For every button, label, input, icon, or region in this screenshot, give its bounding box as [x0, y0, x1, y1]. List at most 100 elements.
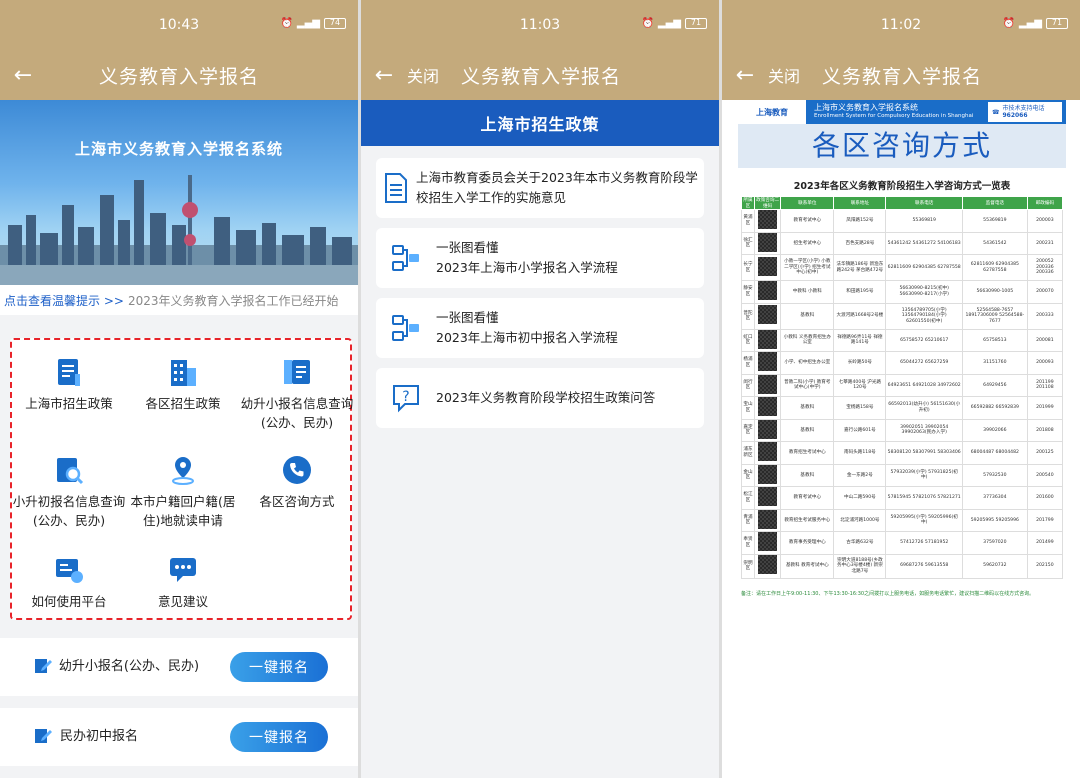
qr-code[interactable]: [753, 463, 782, 487]
close-button[interactable]: 关闭: [768, 63, 800, 87]
qr-code[interactable]: [753, 231, 782, 255]
grid-item-hukou-apply[interactable]: 本市户籍回户籍(居住)地就读申请: [126, 452, 240, 530]
grid-item-primary-query[interactable]: 幼升小报名信息查询(公办、民办): [240, 354, 354, 432]
grid-item-middle-query[interactable]: 小升初报名信息查询(公办、民办): [12, 452, 126, 530]
qr-code-icon[interactable]: [758, 509, 778, 529]
qr-code-icon[interactable]: [758, 281, 778, 300]
grid-item-district-contact[interactable]: 各区咨询方式: [240, 452, 354, 511]
grid-item-feedback[interactable]: 意见建议: [126, 552, 240, 611]
table-row: 普陀区 基教科 大渡河路1668号2号楼 13564789705(小学) 135647…: [741, 302, 1064, 330]
qr-code-icon[interactable]: [758, 532, 778, 551]
qr-code-icon[interactable]: [758, 329, 778, 349]
table-cell: 201799: [1026, 508, 1064, 532]
qr-code[interactable]: [753, 280, 782, 304]
grid-item-city-policy[interactable]: 上海市招生政策: [12, 354, 126, 413]
grid-item-label: 小升初报名信息查询(公办、民办): [12, 494, 126, 528]
card-text: 2023年义务教育阶段学校招生政策问答: [436, 390, 656, 405]
table-cell: 青浦区: [741, 508, 755, 532]
qr-code[interactable]: [753, 254, 782, 281]
table-cell: 58308120 58307991 58303406: [885, 441, 963, 465]
notice-text: 2023年义务教育入学报名工作已经开始: [127, 293, 339, 308]
table-cell: 37597020: [961, 531, 1028, 555]
table-cell: 小教科 义务教育招生办公室: [780, 328, 835, 352]
table-cell: 56630990-1005: [961, 280, 1028, 304]
qr-code[interactable]: [753, 553, 782, 579]
back-arrow-icon[interactable]: ←: [722, 63, 768, 88]
qr-code[interactable]: [753, 418, 782, 442]
table-cell: 杨浦区: [741, 351, 755, 375]
qr-code[interactable]: [753, 508, 782, 532]
table-cell: 201199 201108: [1026, 373, 1064, 397]
table-cell: 69687276 59613558: [885, 553, 963, 579]
table-cell: 201600: [1026, 486, 1064, 510]
card-text: 上海市教育委员会关于2023年本市义务教育阶段学校招生入学工作的实施意见: [416, 170, 698, 205]
table-cell: 201999: [1026, 396, 1064, 420]
table-cell: 大渡河路1668号2号楼: [833, 302, 887, 330]
table-cell: 教育招生考试服务中心: [780, 508, 835, 532]
qr-code[interactable]: [753, 486, 782, 510]
qr-code[interactable]: [753, 373, 782, 397]
card-text: 一张图看懂 2023年上海市小学报名入学流程: [436, 238, 618, 278]
qr-code-icon[interactable]: [758, 210, 778, 229]
grid-item-how-to-use[interactable]: 如何使用平台: [12, 552, 126, 611]
qr-code-icon[interactable]: [758, 464, 778, 484]
table-column-header: 联系电话: [885, 196, 963, 210]
qr-code-icon[interactable]: [758, 419, 778, 439]
table-cell: 祥德路96弄11号 祥德路141号: [833, 328, 887, 352]
close-button[interactable]: 关闭: [407, 63, 439, 87]
grid-item-district-policy[interactable]: 各区招生政策: [126, 354, 240, 413]
qr-code[interactable]: [753, 302, 782, 330]
qr-code-icon[interactable]: [758, 374, 778, 394]
qr-code[interactable]: [753, 351, 782, 375]
qr-code-icon[interactable]: [758, 397, 778, 416]
policy-card[interactable]: 一张图看懂 2023年上海市初中报名入学流程: [376, 298, 704, 358]
back-arrow-icon[interactable]: ←: [361, 63, 407, 88]
table-cell: 小学、初中招生办公室: [780, 351, 835, 375]
qr-code-icon[interactable]: [758, 256, 778, 276]
notice-bar: 点击查看温馨提示 >> 2023年义务教育入学报名工作已经开始: [0, 285, 358, 315]
battery-icon: 74: [324, 18, 346, 29]
qr-code[interactable]: [753, 396, 782, 420]
table-row: 黄浦区 教育考试中心 凤阳路152号 55369819 55369819 200003: [741, 209, 1064, 233]
table-row: 金山区 基教科 金一东路2号 57932039(小学) 57931825(初中) 579…: [741, 463, 1064, 487]
table-cell: 嘉行公路601号: [833, 418, 887, 442]
signup-button-primary[interactable]: 一键报名: [230, 652, 328, 682]
battery-icon: 71: [1046, 18, 1068, 29]
card-line2: 2023年上海市小学报名入学流程: [436, 260, 618, 275]
qr-code-icon[interactable]: [758, 442, 778, 461]
policy-card[interactable]: ? 2023年义务教育阶段学校招生政策问答: [376, 368, 704, 428]
edit-icon: [34, 656, 54, 678]
qr-code[interactable]: [753, 441, 782, 465]
banner-title: 上海市义务教育入学报名系统: [74, 140, 283, 158]
policy-card[interactable]: 上海市教育委员会关于2023年本市义务教育阶段学校招生入学工作的实施意见: [376, 158, 704, 218]
qr-code-icon[interactable]: [758, 232, 778, 252]
qr-code-icon[interactable]: [758, 487, 778, 506]
support-phone: ☎ 市技术支持电话 962066: [988, 102, 1062, 122]
table-row: 嘉定区 基教科 嘉行公路601号 39902051 39902054 39902063…: [741, 418, 1064, 442]
nav-bar: ← 关闭 义务教育入学报名: [722, 50, 1080, 100]
signup-button-middle[interactable]: 一键报名: [230, 722, 328, 752]
qr-code-icon[interactable]: [758, 352, 778, 371]
screen-district-contact: 11:02 ⏰ ▂▄▆ 71 ← 关闭 义务教育入学报名 上海教育 上海市义务教育入…: [722, 0, 1080, 778]
tips-link[interactable]: 点击查看温馨提示 >>: [4, 292, 124, 309]
qr-code-icon[interactable]: [758, 305, 778, 325]
search-doc-icon: [51, 452, 87, 488]
table-cell: 浦东新区: [741, 441, 755, 465]
table-cell: 200540: [1026, 463, 1064, 487]
table-cell: 崇明区: [741, 553, 755, 579]
qr-code[interactable]: [753, 531, 782, 555]
edit-icon: [34, 726, 54, 748]
table-cell: 62811609 62904385 62787558: [961, 254, 1028, 281]
table-row: 杨浦区 小学、初中招生办公室 长岭路50号 65044272 65627259 3115…: [741, 351, 1064, 375]
qr-code[interactable]: [753, 328, 782, 352]
table-column-header: 联系单位: [780, 196, 835, 210]
flow-icon: [376, 243, 436, 273]
policy-card[interactable]: 一张图看懂 2023年上海市小学报名入学流程: [376, 228, 704, 288]
table-cell: 法华镇路186号 新渔东路242号 茅台路472号: [833, 254, 887, 281]
table-cell: 基教科 教育考试中心: [780, 553, 835, 579]
table-cell: 57932039(小学) 57931825(初中): [885, 463, 963, 487]
status-bar: 10:43 ⏰ ▂▄▆ 74: [0, 0, 358, 50]
qr-code[interactable]: [753, 209, 782, 233]
qr-code-icon[interactable]: [758, 555, 778, 575]
alarm-icon: ⏰: [280, 18, 293, 29]
